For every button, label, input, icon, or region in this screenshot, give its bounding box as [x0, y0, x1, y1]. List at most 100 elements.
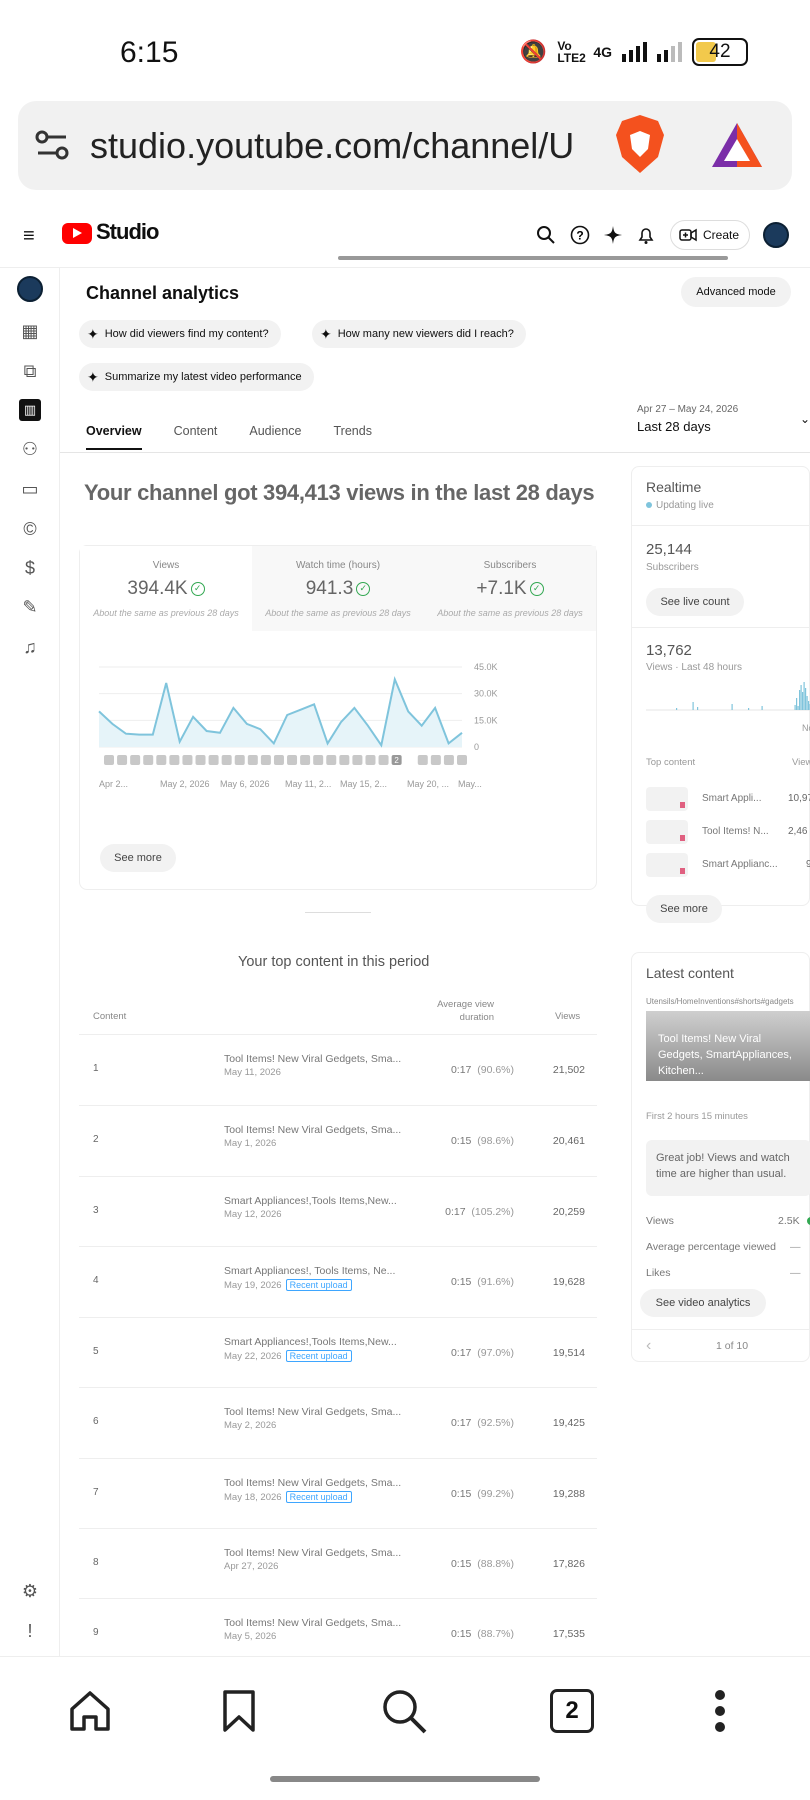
row-title[interactable]: Tool Items! New Viral Gedgets, Sma...: [224, 1617, 404, 1629]
search-icon[interactable]: [536, 225, 556, 245]
video-marker-icon[interactable]: [156, 755, 167, 765]
table-row[interactable]: 3 Smart Appliances!,Tools Items,New... May…: [79, 1176, 597, 1246]
table-row[interactable]: 6 Tool Items! New Viral Gedgets, Sma... Ma…: [79, 1387, 597, 1457]
video-marker-icon[interactable]: [430, 755, 441, 765]
settings-icon[interactable]: ⚙: [19, 1580, 41, 1602]
video-marker-icon[interactable]: [117, 755, 128, 765]
video-marker-icon[interactable]: [130, 755, 141, 765]
realtime-see-more-button[interactable]: See more: [646, 895, 722, 923]
video-marker-icon[interactable]: [273, 755, 284, 765]
video-marker-icon[interactable]: [143, 755, 154, 765]
sparkle-icon[interactable]: [603, 225, 623, 245]
latest-thumbnail[interactable]: Tool Items! New Viral Gedgets, SmartAppl…: [646, 1011, 810, 1081]
earn-icon[interactable]: $: [19, 557, 41, 579]
channel-avatar[interactable]: [17, 276, 43, 302]
row-title[interactable]: Smart Appliances!, Tools Items, Ne...: [224, 1265, 404, 1277]
more-icon[interactable]: [712, 1689, 728, 1733]
menu-icon[interactable]: ≡: [23, 226, 41, 246]
video-marker-icon[interactable]: [339, 755, 350, 765]
row-title[interactable]: Smart Appliances!,Tools Items,New...: [224, 1336, 404, 1348]
brave-rewards-icon[interactable]: [710, 121, 764, 169]
stat-watch-time[interactable]: Watch time (hours) 941.3 ✓ About the same…: [252, 546, 424, 631]
content-icon[interactable]: ⧉: [19, 360, 41, 382]
bell-icon[interactable]: [636, 225, 656, 245]
chip-new-viewers[interactable]: ✦ How many new viewers did I reach?: [312, 320, 526, 348]
video-marker-icon[interactable]: [234, 755, 245, 765]
home-icon[interactable]: [68, 1689, 112, 1733]
tab-audience[interactable]: Audience: [249, 424, 301, 450]
row-title[interactable]: Tool Items! New Viral Gedgets, Sma...: [224, 1547, 404, 1559]
tab-trends[interactable]: Trends: [334, 424, 372, 450]
video-marker-icon[interactable]: [247, 755, 258, 765]
chevron-left-icon[interactable]: ‹: [646, 1337, 651, 1355]
table-row[interactable]: 5 Smart Appliances!,Tools Items,New... May…: [79, 1317, 597, 1387]
video-marker-icon[interactable]: [104, 755, 114, 765]
chip-viewer-sources[interactable]: ✦ How did viewers find my content?: [79, 320, 281, 348]
video-marker-icon[interactable]: [443, 755, 454, 765]
rt-top-item[interactable]: Tool Items! N... 2,46: [646, 820, 810, 844]
gesture-handle[interactable]: [270, 1776, 540, 1782]
video-marker-icon[interactable]: [457, 755, 467, 765]
search-icon[interactable]: [380, 1687, 428, 1735]
advanced-mode-button[interactable]: Advanced mode: [681, 277, 791, 307]
video-marker-icon[interactable]: [313, 755, 324, 765]
address-bar[interactable]: studio.youtube.com/channel/U: [18, 101, 792, 190]
row-title[interactable]: Smart Appliances!,Tools Items,New...: [224, 1195, 404, 1207]
video-marker-icon[interactable]: [365, 755, 376, 765]
tab-content[interactable]: Content: [174, 424, 218, 450]
create-button[interactable]: Create: [670, 220, 750, 250]
video-marker-icon[interactable]: [378, 755, 389, 765]
row-title[interactable]: Tool Items! New Viral Gedgets, Sma...: [224, 1477, 404, 1489]
youtube-logo-icon[interactable]: [62, 223, 92, 244]
table-row[interactable]: 4 Smart Appliances!, Tools Items, Ne... Ma…: [79, 1246, 597, 1316]
date-range-picker[interactable]: Apr 27 – May 24, 2026 Last 28 days: [637, 404, 738, 434]
analytics-icon[interactable]: ▥: [19, 399, 41, 421]
see-video-analytics-button[interactable]: See video analytics: [640, 1289, 766, 1317]
chevron-down-icon[interactable]: ⌄: [800, 412, 810, 426]
video-marker-icon[interactable]: [352, 755, 363, 765]
video-marker-icon[interactable]: [417, 755, 428, 765]
row-title[interactable]: Tool Items! New Viral Gedgets, Sma...: [224, 1124, 404, 1136]
horizontal-scrollbar[interactable]: [338, 256, 728, 260]
video-marker-icon[interactable]: [287, 755, 298, 765]
video-marker-icon[interactable]: [182, 755, 193, 765]
rt-top-item[interactable]: Smart Applianc... 9: [646, 853, 810, 877]
rt-top-item[interactable]: Smart Appli... 10,97: [646, 787, 810, 811]
see-more-button[interactable]: See more: [100, 844, 176, 872]
stat-subscribers[interactable]: Subscribers +7.1K ✓ About the same as pre…: [424, 546, 596, 631]
community-icon[interactable]: ⚇: [19, 438, 41, 460]
row-title[interactable]: Tool Items! New Viral Gedgets, Sma...: [224, 1406, 404, 1418]
help-icon[interactable]: ?: [570, 225, 590, 245]
see-live-count-button[interactable]: See live count: [646, 588, 744, 616]
copyright-icon[interactable]: ©: [19, 518, 41, 540]
row-title[interactable]: Tool Items! New Viral Gedgets, Sma...: [224, 1053, 404, 1065]
customize-icon[interactable]: ✎: [19, 596, 41, 618]
studio-logo-text[interactable]: Studio: [96, 219, 159, 245]
table-row[interactable]: 2 Tool Items! New Viral Gedgets, Sma... Ma…: [79, 1105, 597, 1175]
subtitles-icon[interactable]: ▭: [19, 478, 41, 500]
table-row[interactable]: 1 Tool Items! New Viral Gedgets, Sma... Ma…: [79, 1034, 597, 1104]
bookmark-icon[interactable]: [222, 1689, 256, 1733]
video-marker-icon[interactable]: [169, 755, 180, 765]
audio-library-icon[interactable]: ♫: [19, 636, 41, 658]
realtime-bar-chart[interactable]: [646, 682, 810, 717]
brave-shields-icon[interactable]: [614, 113, 666, 175]
dashboard-icon[interactable]: ▦: [19, 320, 41, 342]
account-avatar[interactable]: [763, 222, 789, 248]
video-marker-icon[interactable]: [300, 755, 311, 765]
stat-views[interactable]: Views 394.4K ✓ About the same as previous…: [80, 546, 252, 631]
video-marker-icon[interactable]: [221, 755, 232, 765]
table-row[interactable]: 7 Tool Items! New Viral Gedgets, Sma... Ma…: [79, 1458, 597, 1528]
video-marker-icon[interactable]: [195, 755, 206, 765]
url-text[interactable]: studio.youtube.com/channel/U: [90, 125, 610, 167]
site-settings-icon[interactable]: [32, 125, 72, 165]
video-marker-icon[interactable]: [326, 755, 337, 765]
video-marker-icon[interactable]: [208, 755, 219, 765]
tabs-count-button[interactable]: 2: [550, 1689, 594, 1733]
chip-summarize[interactable]: ✦ Summarize my latest video performance: [79, 363, 314, 391]
table-row[interactable]: 8 Tool Items! New Viral Gedgets, Sma... Ap…: [79, 1528, 597, 1598]
video-marker-icon[interactable]: [260, 755, 271, 765]
tab-overview[interactable]: Overview: [86, 424, 142, 450]
feedback-icon[interactable]: !: [19, 1620, 41, 1642]
views-chart[interactable]: 45.0K 30.0K 15.0K 0 2 Apr 2... May 2, 2026 Ma…: [80, 651, 598, 826]
